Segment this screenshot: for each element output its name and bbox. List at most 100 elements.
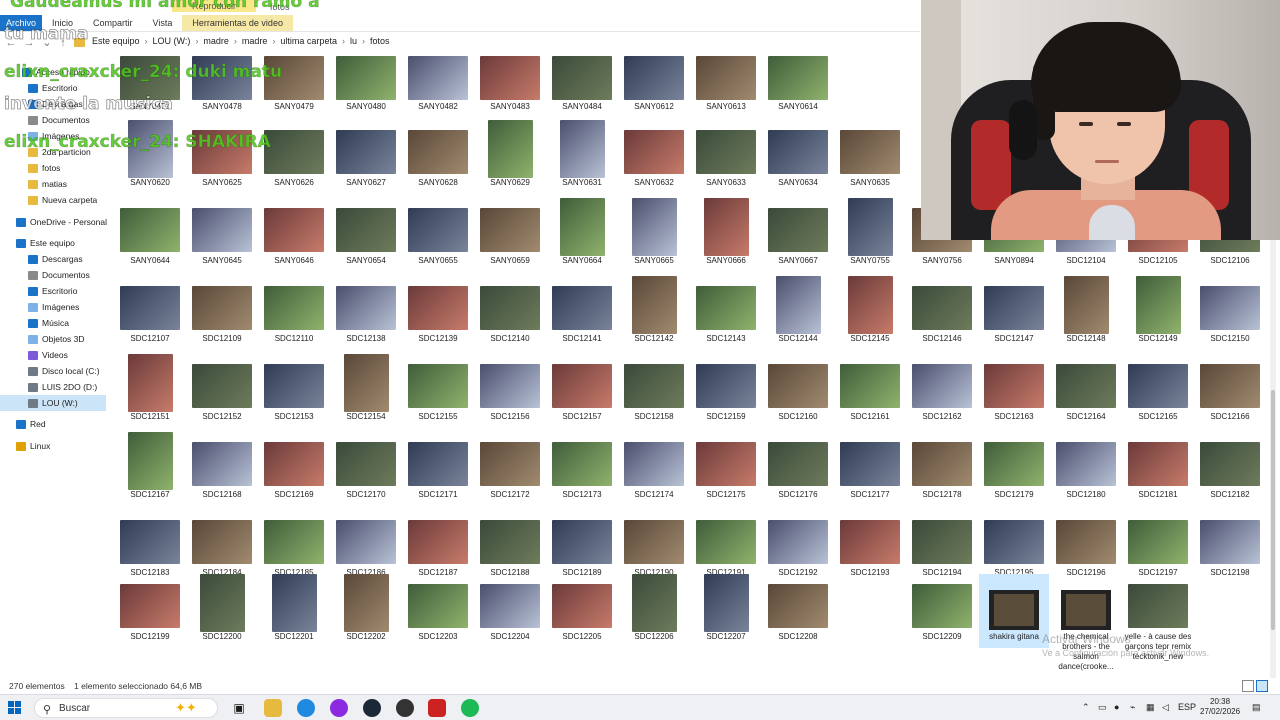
file-item[interactable]: SDC12143	[691, 276, 761, 350]
file-item[interactable]: SDC12184	[187, 510, 257, 584]
file-item[interactable]: SDC12144	[763, 276, 833, 350]
sidebar-item[interactable]: Disco local (C:)	[0, 363, 106, 379]
file-item[interactable]: SANY0646	[259, 198, 329, 272]
file-item[interactable]: SDC12180	[1051, 432, 1121, 506]
sidebar-item[interactable]: fotos	[0, 160, 106, 176]
file-item[interactable]: SDC12191	[691, 510, 761, 584]
file-item[interactable]: SDC12176	[763, 432, 833, 506]
file-item[interactable]: SDC12161	[835, 354, 905, 428]
file-item[interactable]: SDC12185	[259, 510, 329, 584]
file-item[interactable]: SDC12203	[403, 574, 473, 648]
file-item[interactable]: SANY0480	[331, 52, 401, 126]
battery-icon[interactable]: ▭	[1098, 702, 1107, 713]
breadcrumb-item[interactable]: ultima carpeta	[280, 36, 337, 46]
file-item[interactable]: SDC12198	[1195, 510, 1265, 584]
breadcrumb-item[interactable]: madre	[203, 36, 229, 46]
file-item[interactable]: SANY0644	[115, 198, 185, 272]
file-item[interactable]: SANY0629	[475, 120, 545, 194]
file-item[interactable]: SDC12151	[115, 354, 185, 428]
file-item[interactable]: SDC12166	[1195, 354, 1265, 428]
file-item[interactable]: SANY0633	[691, 120, 761, 194]
file-item[interactable]: SDC12160	[763, 354, 833, 428]
breadcrumb-item[interactable]: Este equipo	[92, 36, 140, 46]
file-item[interactable]: SDC12193	[835, 510, 905, 584]
file-item[interactable]: SDC12206	[619, 574, 689, 648]
file-item[interactable]: SANY0613	[691, 52, 761, 126]
file-item[interactable]: SDC12157	[547, 354, 617, 428]
file-item[interactable]: SANY0659	[475, 198, 545, 272]
file-item[interactable]: SANY0654	[331, 198, 401, 272]
file-item[interactable]: SDC12168	[187, 432, 257, 506]
edge-icon[interactable]	[297, 699, 315, 717]
file-item[interactable]: SDC12192	[763, 510, 833, 584]
file-item[interactable]: SANY0655	[403, 198, 473, 272]
file-item[interactable]: SANY0614	[763, 52, 833, 126]
details-view-icon[interactable]	[1242, 680, 1254, 692]
file-item[interactable]: SDC12179	[979, 432, 1049, 506]
sidebar-item[interactable]: LUIS 2DO (D:)	[0, 379, 106, 395]
file-item[interactable]: SDC12145	[835, 276, 905, 350]
file-item[interactable]: SDC12182	[1195, 432, 1265, 506]
spotify-icon[interactable]	[461, 699, 479, 717]
file-item[interactable]: SDC12175	[691, 432, 761, 506]
file-item[interactable]: SDC12187	[403, 510, 473, 584]
breadcrumb-item[interactable]: fotos	[370, 36, 390, 46]
file-item[interactable]: SDC12186	[331, 510, 401, 584]
breadcrumb-item[interactable]: LOU (W:)	[153, 36, 191, 46]
file-item[interactable]: SDC12146	[907, 276, 977, 350]
sidebar-item[interactable]: Videos	[0, 347, 106, 363]
sidebar-item[interactable]: Descargas	[0, 251, 106, 267]
file-item[interactable]: SDC12154	[331, 354, 401, 428]
file-explorer-icon[interactable]	[264, 699, 282, 717]
file-item[interactable]: SANY0667	[763, 198, 833, 272]
file-item[interactable]: SDC12201	[259, 574, 329, 648]
usb-icon[interactable]: ⌁	[1130, 702, 1135, 713]
sidebar-item[interactable]: LOU (W:)	[0, 395, 106, 411]
file-item[interactable]: SDC12162	[907, 354, 977, 428]
file-item[interactable]: SDC12190	[619, 510, 689, 584]
file-item[interactable]: SDC12147	[979, 276, 1049, 350]
file-item[interactable]: SANY0628	[403, 120, 473, 194]
file-item[interactable]: SDC12172	[475, 432, 545, 506]
file-item[interactable]: SDC12165	[1123, 354, 1193, 428]
sidebar-item[interactable]: Nueva carpeta	[0, 192, 106, 208]
obs-icon[interactable]	[396, 699, 414, 717]
sidebar-item[interactable]: Linux	[0, 438, 106, 454]
file-item[interactable]: SANY0664	[547, 198, 617, 272]
file-item[interactable]: SDC12208	[763, 574, 833, 648]
file-item[interactable]: SANY0755	[835, 198, 905, 272]
file-item[interactable]: SDC12140	[475, 276, 545, 350]
sidebar-item[interactable]: Este equipo	[0, 235, 106, 251]
file-item[interactable]: SDC12138	[331, 276, 401, 350]
file-item[interactable]: SDC12156	[475, 354, 545, 428]
breadcrumb-item[interactable]: madre	[242, 36, 268, 46]
file-item[interactable]: SDC12110	[259, 276, 329, 350]
file-item[interactable]: SANY0484	[547, 52, 617, 126]
file-item[interactable]: shakira gitana	[979, 574, 1049, 648]
file-item[interactable]: SANY0627	[331, 120, 401, 194]
sidebar-item[interactable]: Música	[0, 315, 106, 331]
task-view-icon[interactable]: ▣	[230, 699, 248, 717]
breadcrumb[interactable]: Este equipo › LOU (W:) › madre › madre › ultima …	[92, 36, 389, 46]
tab-view[interactable]: Vista	[143, 15, 183, 31]
windows-start-icon[interactable]	[8, 701, 22, 715]
file-item[interactable]: SDC12197	[1123, 510, 1193, 584]
volume-icon[interactable]: ◁	[1162, 702, 1169, 713]
tab-share[interactable]: Compartir	[83, 15, 143, 31]
file-item[interactable]: SDC12200	[187, 574, 257, 648]
sidebar-item[interactable]: Escritorio	[0, 283, 106, 299]
file-item[interactable]: SDC12195	[979, 510, 1049, 584]
file-item[interactable]: SANY0634	[763, 120, 833, 194]
file-item[interactable]: SDC12205	[547, 574, 617, 648]
file-item[interactable]: SDC12189	[547, 510, 617, 584]
tray-chevron-icon[interactable]: ⌃	[1082, 702, 1090, 713]
file-item[interactable]: SDC12153	[259, 354, 329, 428]
clock[interactable]: 20:38 27/02/2026	[1200, 697, 1240, 717]
sidebar-item[interactable]: Imágenes	[0, 299, 106, 315]
file-item[interactable]: SDC12149	[1123, 276, 1193, 350]
file-item[interactable]: SDC12181	[1123, 432, 1193, 506]
file-item[interactable]: SDC12177	[835, 432, 905, 506]
file-item[interactable]: SANY0631	[547, 120, 617, 194]
file-item[interactable]: SDC12148	[1051, 276, 1121, 350]
app-c-icon[interactable]	[330, 699, 348, 717]
